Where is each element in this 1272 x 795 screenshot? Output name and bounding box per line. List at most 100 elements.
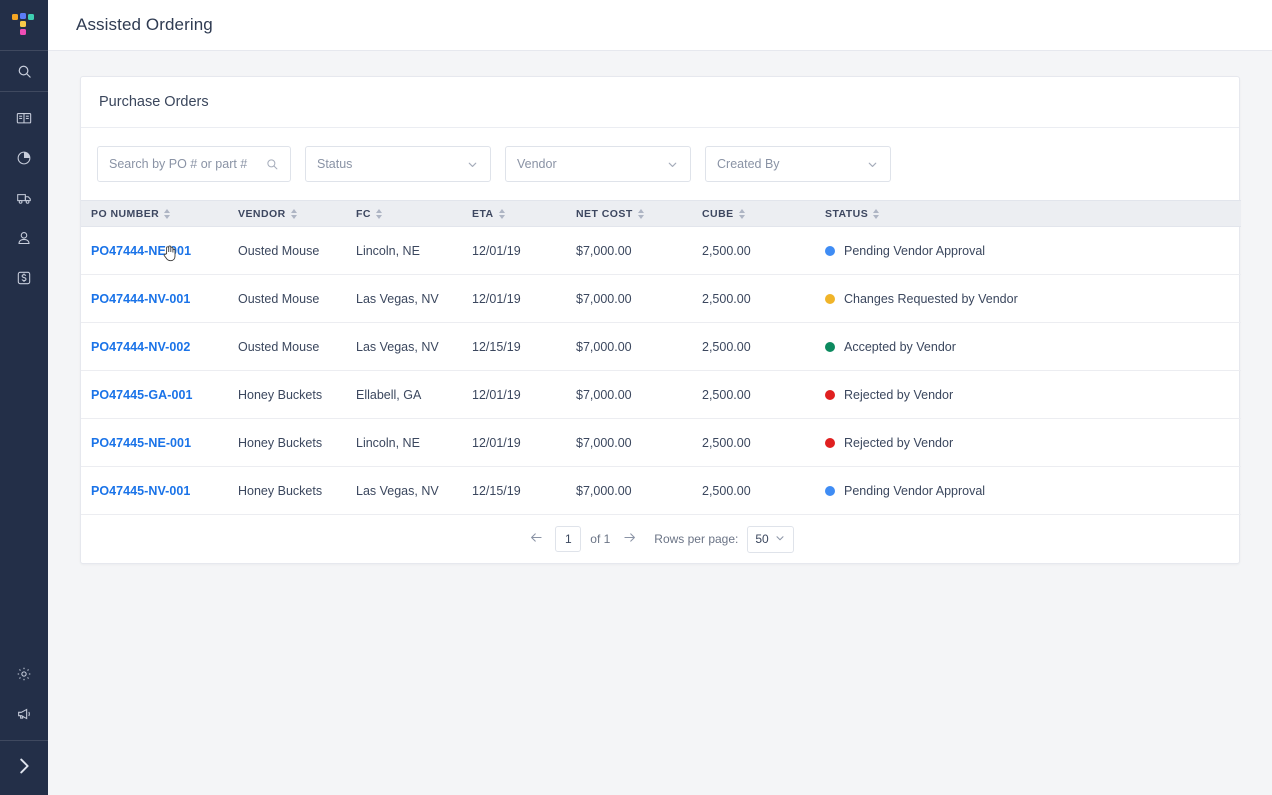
cell-po[interactable]: PO47444-NV-001 [81,274,233,323]
cell-vendor: Ousted Mouse [233,274,351,323]
sidebar-item-vendors[interactable] [0,218,48,258]
cell-cube: 2,500.00 [697,418,819,467]
sidebar-item-shipments[interactable] [0,178,48,218]
table-row[interactable]: PO47444-NV-001 Ousted Mouse Las Vegas, NV 1… [81,274,1241,323]
sidebar-item-settings[interactable] [0,654,48,694]
previous-page-button[interactable] [526,529,546,549]
vendor-filter-label: Vendor [517,157,557,171]
column-header-label: NET COST [576,207,633,220]
sidebar-bottom-nav [0,654,48,740]
column-header-fc[interactable]: FC [351,200,467,227]
cell-po[interactable]: PO47444-NE-001 [81,226,233,275]
top-header: Assisted Ordering [48,0,1272,51]
search-input[interactable]: Search by PO # or part # [97,146,291,182]
cell-status: Pending Vendor Approval [819,226,1241,275]
sort-toggle-icon[interactable] [637,208,644,219]
gear-icon [16,666,32,682]
sidebar-expand-button[interactable] [0,741,48,795]
column-header-vendor[interactable]: VENDOR [233,200,351,227]
column-header-label: CUBE [702,207,734,220]
column-header-cube[interactable]: CUBE [697,200,819,227]
search-icon [266,158,279,171]
po-number-link[interactable]: PO47445-GA-001 [91,388,192,402]
column-header-po[interactable]: PO NUMBER [81,200,233,227]
chevron-right-icon [13,755,35,782]
cell-cost: $7,000.00 [571,466,697,515]
po-number-link[interactable]: PO47444-NV-002 [91,340,190,354]
cell-status: Accepted by Vendor [819,322,1241,371]
po-number-link[interactable]: PO47445-NE-001 [91,436,191,450]
table-row[interactable]: PO47445-NV-001 Honey Buckets Las Vegas, NV… [81,466,1241,515]
purchase-orders-card: Purchase Orders Search by PO # or part #… [80,76,1241,564]
cell-fc: Las Vegas, NV [351,466,467,515]
arrow-right-icon [622,530,637,548]
sort-toggle-icon[interactable] [164,208,171,219]
cell-cost: $7,000.00 [571,274,697,323]
card-title: Purchase Orders [99,94,209,110]
chevron-down-icon [666,158,679,171]
cell-cube: 2,500.00 [697,322,819,371]
sidebar-item-finance[interactable] [0,258,48,298]
app-logo[interactable] [0,0,48,50]
status-badge: Changes Requested by Vendor [825,292,1241,306]
dollar-box-icon [16,270,32,286]
vendor-filter-select[interactable]: Vendor [505,146,691,182]
column-header-label: STATUS [825,207,869,220]
user-icon [16,230,32,246]
rows-per-page-value: 50 [755,532,769,546]
status-filter-select[interactable]: Status [305,146,491,182]
cell-cost: $7,000.00 [571,322,697,371]
filter-bar: Search by PO # or part # Status Vendor C… [81,128,1239,200]
status-dot-icon [825,293,835,304]
po-number-link[interactable]: PO47444-NV-001 [91,292,190,306]
cell-po[interactable]: PO47445-GA-001 [81,370,233,419]
cell-vendor: Honey Buckets [233,466,351,515]
status-badge: Accepted by Vendor [825,340,1241,354]
truck-icon [16,190,33,207]
sort-toggle-icon[interactable] [738,208,745,219]
status-dot-icon [825,341,835,352]
cell-po[interactable]: PO47445-NE-001 [81,418,233,467]
cell-eta: 12/01/19 [467,274,571,323]
cell-po[interactable]: PO47445-NV-001 [81,466,233,515]
sidebar-item-reports[interactable] [0,138,48,178]
sidebar-search-button[interactable] [0,51,48,91]
sort-toggle-icon[interactable] [290,208,297,219]
status-label: Accepted by Vendor [844,339,956,354]
rows-per-page-select[interactable]: 50 [747,525,794,553]
table-row[interactable]: PO47444-NE-001 Ousted Mouse Lincoln, NE 12/… [81,226,1241,275]
cell-vendor: Ousted Mouse [233,226,351,275]
created-by-filter-label: Created By [717,157,780,171]
next-page-button[interactable] [619,529,639,549]
cell-eta: 12/01/19 [467,370,571,419]
cell-vendor: Honey Buckets [233,418,351,467]
column-header-eta[interactable]: ETA [467,200,571,227]
status-badge: Rejected by Vendor [825,436,1241,450]
page-number-input[interactable]: 1 [555,526,582,552]
column-header-cost[interactable]: NET COST [571,200,697,227]
cell-fc: Lincoln, NE [351,226,467,275]
column-header-status[interactable]: STATUS [819,200,1241,227]
status-label: Changes Requested by Vendor [844,291,1018,306]
sidebar-item-announcements[interactable] [0,694,48,734]
cell-cube: 2,500.00 [697,370,819,419]
po-number-link[interactable]: PO47445-NV-001 [91,484,190,498]
table-row[interactable]: PO47444-NV-002 Ousted Mouse Las Vegas, NV 1… [81,322,1241,371]
table-row[interactable]: PO47445-GA-001 Honey Buckets Ellabell, GA 1… [81,370,1241,419]
status-label: Rejected by Vendor [844,387,954,402]
sort-toggle-icon[interactable] [498,208,505,219]
cell-po[interactable]: PO47444-NV-002 [81,322,233,371]
chevron-down-icon [466,158,479,171]
cell-eta: 12/15/19 [467,322,571,371]
column-header-label: PO NUMBER [91,207,160,220]
sort-toggle-icon[interactable] [873,208,880,219]
card-header: Purchase Orders [81,77,1239,128]
created-by-filter-select[interactable]: Created By [705,146,891,182]
cell-cost: $7,000.00 [571,226,697,275]
sort-toggle-icon[interactable] [375,208,382,219]
cell-cost: $7,000.00 [571,418,697,467]
table-row[interactable]: PO47445-NE-001 Honey Buckets Lincoln, NE 12… [81,418,1241,467]
status-badge: Rejected by Vendor [825,388,1241,402]
po-number-link[interactable]: PO47444-NE-001 [91,244,191,258]
sidebar-item-catalog[interactable] [0,98,48,138]
